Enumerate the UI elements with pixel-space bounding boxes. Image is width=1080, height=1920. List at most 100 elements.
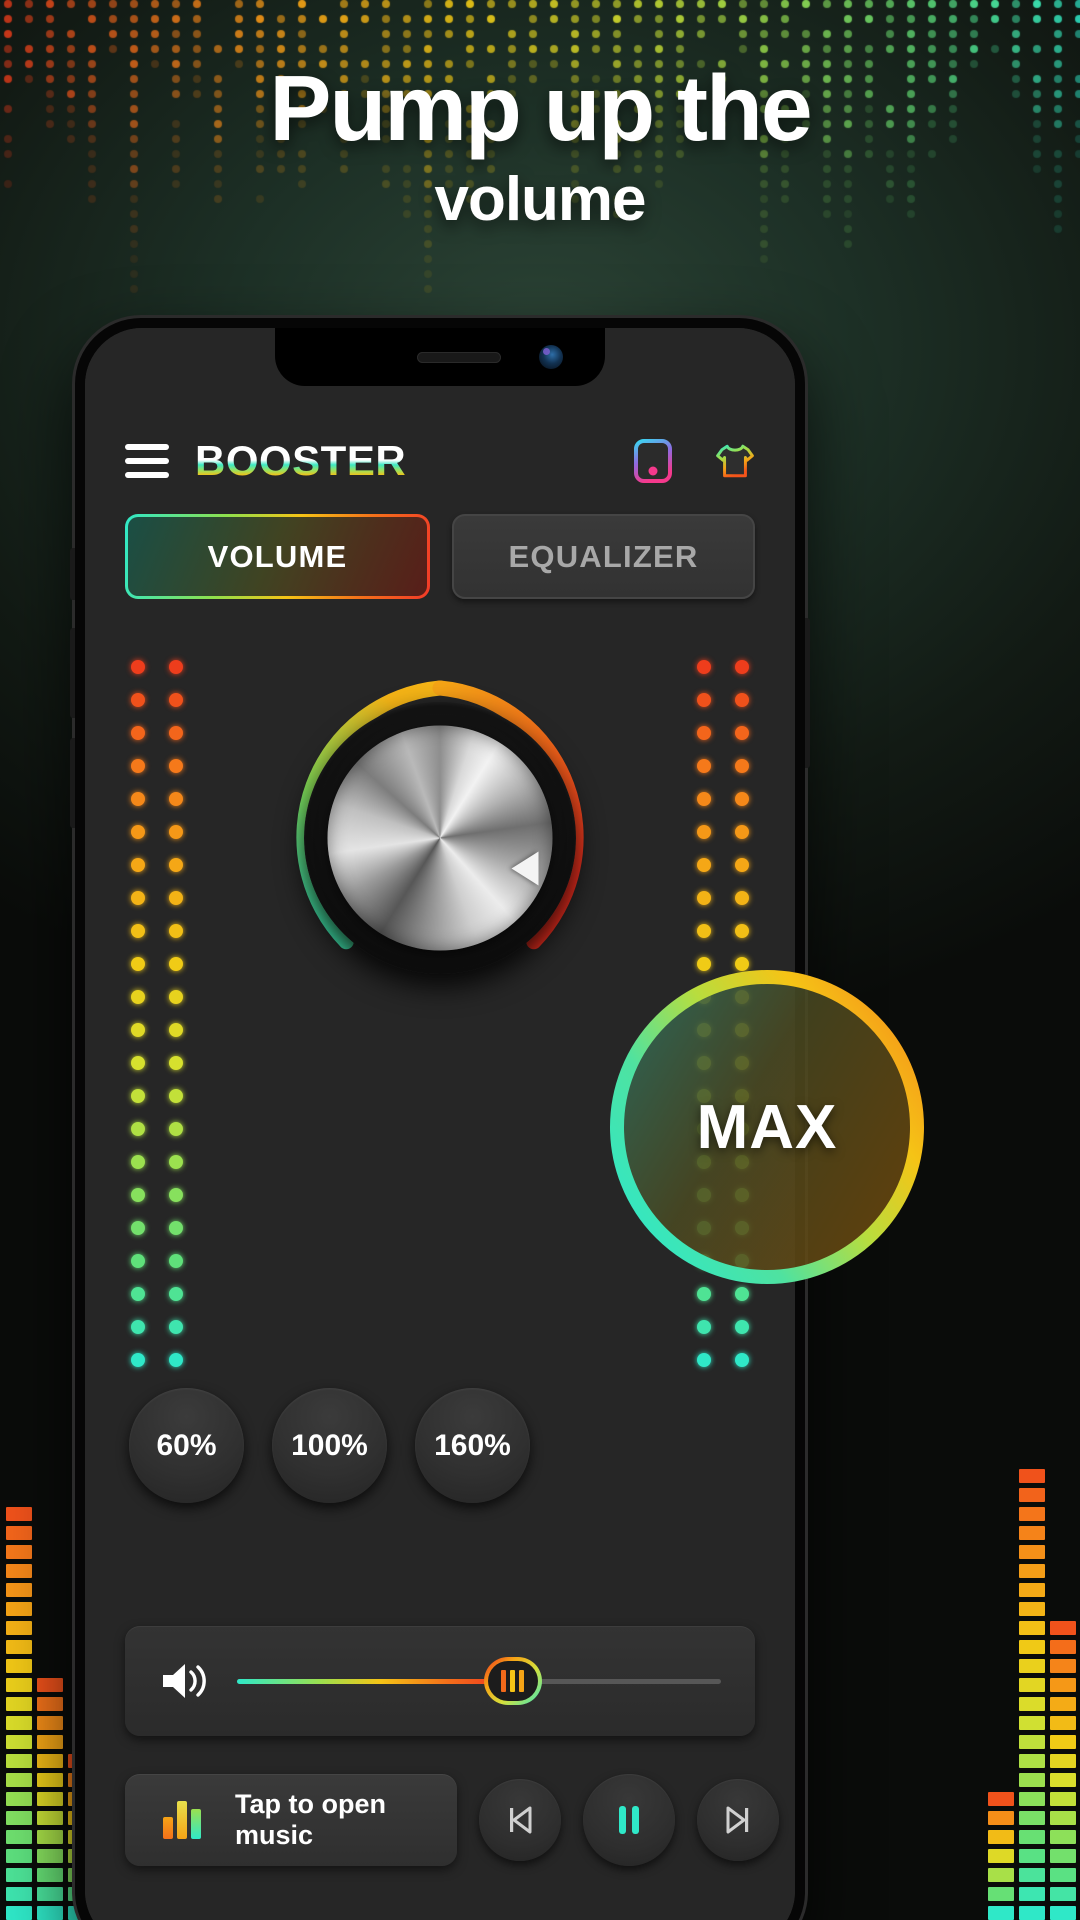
bar-meter-segment [1019,1811,1045,1825]
bar-meter-segment [6,1659,32,1673]
bar-meter-segment [1019,1735,1045,1749]
vu-dot [169,924,183,938]
vu-dot [697,1353,711,1367]
vu-dot [735,1320,749,1334]
volume-knob[interactable] [270,668,610,1008]
max-volume-button[interactable]: MAX [602,962,932,1292]
vu-dot [169,1221,183,1235]
headline-line-2: volume [434,165,646,234]
bar-meter-segment [37,1735,63,1749]
bar-meter-segment [37,1830,63,1844]
open-music-button[interactable]: Tap to open music [125,1774,457,1866]
vu-dot [131,825,145,839]
bar-meter-column [37,1678,63,1920]
vu-dot [697,825,711,839]
preset-button-60[interactable]: 60% [129,1388,244,1503]
preset-button-160[interactable]: 160% [415,1388,530,1503]
bar-meter-segment [6,1640,32,1654]
vu-dot [169,660,183,674]
bar-meter-segment [37,1678,63,1692]
bar-meter-segment [1019,1887,1045,1901]
bar-meter-segment [1050,1754,1076,1768]
bar-meter-segment [988,1906,1014,1920]
bar-meter-segment [6,1621,32,1635]
bar-meter-segment [6,1868,32,1882]
vu-dot [131,858,145,872]
bar-meter-segment [1050,1906,1076,1920]
device-phone-icon[interactable] [633,438,673,484]
preset-button-100[interactable]: 100% [272,1388,387,1503]
equalizer-bars-icon [163,1801,201,1839]
vu-dot [735,924,749,938]
phone-volume-up-button [70,628,75,718]
bar-meter-segment [1019,1849,1045,1863]
bar-meter-segment [37,1773,63,1787]
bar-meter-column [6,1507,32,1920]
bar-meter-segment [1019,1716,1045,1730]
vu-dot [131,990,145,1004]
vu-dot [169,990,183,1004]
bar-meter-segment [1050,1697,1076,1711]
bar-meter-segment [988,1792,1014,1806]
volume-slider-thumb[interactable] [484,1657,542,1705]
bar-meter-segment [1019,1830,1045,1844]
bar-meter-segment [988,1868,1014,1882]
bar-meter-segment [1050,1640,1076,1654]
bar-meter-segment [1050,1716,1076,1730]
bar-meter-segment [1019,1621,1045,1635]
promo-headline: Pump up the volume [0,62,1080,245]
bar-meter-segment [6,1887,32,1901]
bar-meter-segment [6,1906,32,1920]
vu-dot [735,759,749,773]
volume-slider-fill [237,1678,513,1684]
volume-preset-group: 60% 100% 160% [129,1388,530,1503]
bar-meter-segment [1050,1621,1076,1635]
bar-meter-segment [1050,1849,1076,1863]
bar-meter-segment [1019,1773,1045,1787]
bar-meter-segment [37,1887,63,1901]
volume-slider[interactable] [237,1661,721,1701]
vu-dot [131,1089,145,1103]
hamburger-menu-icon[interactable] [125,444,169,478]
skip-previous-icon [510,1806,532,1834]
volume-knob-dial [327,725,553,951]
play-pause-button[interactable] [583,1774,675,1866]
vu-dot [735,660,749,674]
skip-previous-button[interactable] [479,1779,561,1861]
bar-meter-segment [1050,1678,1076,1692]
bar-meter-segment [6,1526,32,1540]
t-shirt-theme-icon[interactable] [715,438,755,484]
vu-dot-column [131,660,145,1367]
bar-meter-segment [1019,1678,1045,1692]
music-control-bar: Tap to open music [125,1770,779,1870]
left-vu-dot-columns [131,660,183,1367]
max-button-label: MAX [696,1092,838,1162]
vu-dot [131,726,145,740]
bar-meter-segment [1019,1868,1045,1882]
vu-dot [169,1320,183,1334]
bar-meter-segment [1050,1868,1076,1882]
bar-meter-segment [37,1906,63,1920]
bar-meter-segment [6,1754,32,1768]
bar-meter-segment [1019,1469,1045,1483]
vu-dot [169,693,183,707]
vu-dot [169,792,183,806]
bar-meter-segment [1050,1811,1076,1825]
vu-dot [169,1155,183,1169]
skip-next-button[interactable] [697,1779,779,1861]
tab-equalizer[interactable]: EQUALIZER [452,514,755,599]
vu-dot [697,759,711,773]
bar-meter-column [1050,1621,1076,1920]
vu-dot [131,660,145,674]
bar-meter-segment [1050,1830,1076,1844]
vu-dot [169,1188,183,1202]
bar-meter-segment [6,1602,32,1616]
vu-dot [735,693,749,707]
vu-dot [131,1122,145,1136]
bar-meter-segment [6,1773,32,1787]
tab-volume[interactable]: VOLUME [125,514,430,599]
mode-tab-bar: VOLUME EQUALIZER [125,514,755,599]
bar-meter-segment [6,1583,32,1597]
vu-dot [735,891,749,905]
bar-meter-segment [37,1754,63,1768]
